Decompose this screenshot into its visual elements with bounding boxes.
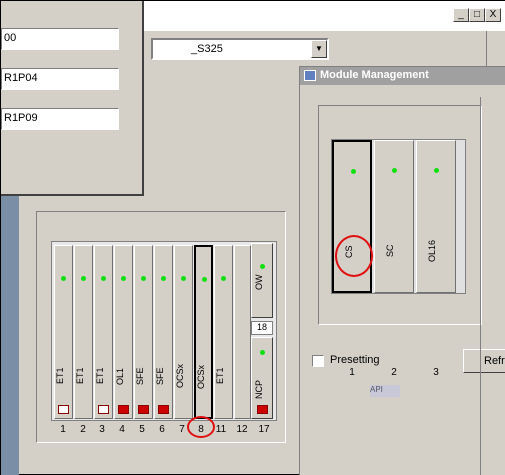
- status-led: [202, 277, 207, 282]
- slot-badge: 18: [251, 321, 273, 335]
- slot-card-5[interactable]: SFE: [134, 245, 153, 419]
- card-label: ET1: [95, 367, 105, 385]
- slot-card-12[interactable]: [234, 245, 251, 419]
- slot-card-4[interactable]: OL1: [114, 245, 133, 419]
- slot-num-17: 17: [258, 424, 270, 435]
- api-label: API: [370, 385, 400, 397]
- status-led: [161, 276, 166, 281]
- node-select[interactable]: _S325 ▼: [151, 38, 329, 60]
- card-label: ET1: [75, 367, 85, 385]
- ow-card[interactable]: OW: [251, 243, 273, 318]
- slot-num-4: 4: [119, 424, 125, 435]
- module-card-3[interactable]: OL16: [416, 140, 456, 293]
- module-label: SC: [385, 244, 395, 258]
- status-led: [61, 276, 66, 281]
- minimize-button[interactable]: _: [453, 8, 469, 22]
- led-ncp: [260, 350, 265, 355]
- card-label: OCSx: [175, 364, 185, 389]
- field-3[interactable]: R1P09: [1, 108, 119, 130]
- close-button[interactable]: X: [485, 8, 501, 22]
- module-side-panel: [480, 97, 505, 475]
- module-card-2[interactable]: SC: [374, 140, 414, 293]
- presetting-label: Presetting: [330, 354, 380, 366]
- slot-card-2[interactable]: ET1: [74, 245, 93, 419]
- slot-card-6[interactable]: SFE: [154, 245, 173, 419]
- module-num-2: 2: [391, 367, 397, 378]
- main-window: _ □ X _S325 ▼ 00 R1P04 R1P09 ET1 ET1 ET1 OL…: [0, 0, 505, 475]
- ow-ncp-card[interactable]: OW 18 NCP: [251, 243, 273, 419]
- chevron-down-icon[interactable]: ▼: [311, 40, 327, 58]
- module-num-1: 1: [349, 367, 355, 378]
- slot-card-11[interactable]: ET1: [214, 245, 233, 419]
- slot-num-1: 1: [60, 424, 66, 435]
- slot-num-12: 12: [236, 424, 248, 435]
- status-led: [351, 169, 356, 174]
- slot-num-5: 5: [139, 424, 145, 435]
- card-label: OL1: [115, 367, 125, 385]
- slot-card-3[interactable]: ET1: [94, 245, 113, 419]
- card-label: SFE: [155, 367, 165, 385]
- module-label: OL16: [427, 239, 437, 263]
- slot-card-8[interactable]: OCSx: [194, 245, 213, 419]
- card-status-icon: [58, 405, 69, 414]
- annotation-circle-cs: [335, 235, 373, 277]
- ow-label: OW: [254, 274, 264, 290]
- properties-window: 00 R1P04 R1P09: [1, 1, 144, 196]
- presetting-checkbox[interactable]: [312, 355, 324, 367]
- card-label: ET1: [215, 367, 225, 385]
- card-status-icon: [138, 405, 149, 414]
- background-desktop-strip: [1, 196, 19, 475]
- ncp-card[interactable]: NCP: [251, 337, 273, 419]
- card-label: OCSx: [196, 365, 206, 390]
- annotation-circle-slot8: [187, 416, 215, 438]
- status-led: [81, 276, 86, 281]
- slot-num-6: 6: [159, 424, 165, 435]
- card-label: SFE: [135, 367, 145, 385]
- card-status-icon: [98, 405, 109, 414]
- slot-card-1[interactable]: ET1: [54, 245, 73, 419]
- field-1[interactable]: 00: [1, 28, 119, 50]
- card-status-icon: [118, 405, 129, 414]
- app-icon: [304, 70, 316, 81]
- led-ow: [260, 264, 265, 269]
- alarm-icon: [257, 405, 268, 414]
- status-led: [392, 168, 397, 173]
- card-label: ET1: [55, 367, 65, 385]
- module-num-3: 3: [433, 367, 439, 378]
- rack-chassis: ET1 ET1 ET1 OL1 SFE SFE OCSx OCSx ET1: [51, 241, 277, 421]
- field-2[interactable]: R1P04: [1, 68, 119, 90]
- maximize-button[interactable]: □: [469, 8, 485, 22]
- status-led: [101, 276, 106, 281]
- status-led: [181, 276, 186, 281]
- status-led: [121, 276, 126, 281]
- status-led: [434, 168, 439, 173]
- module-title: Module Management: [300, 67, 505, 85]
- node-select-value: _S325: [191, 43, 223, 55]
- slot-card-7[interactable]: OCSx: [174, 245, 193, 419]
- slot-num-2: 2: [80, 424, 86, 435]
- status-led: [141, 276, 146, 281]
- ncp-label: NCP: [254, 379, 264, 399]
- card-status-icon: [158, 405, 169, 414]
- slot-num-3: 3: [99, 424, 105, 435]
- status-led: [221, 276, 226, 281]
